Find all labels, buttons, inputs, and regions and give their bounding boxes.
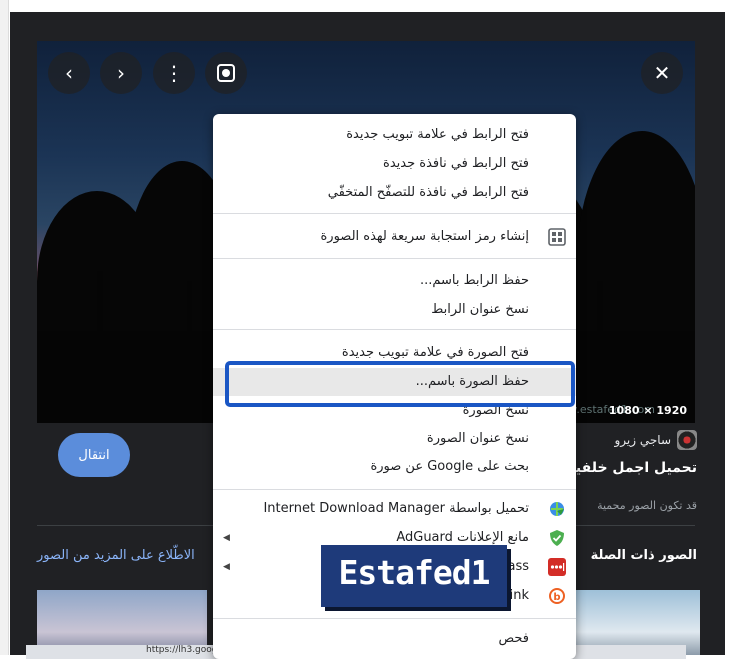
- menu-item-label: تحميل بواسطة Internet Download Manager: [263, 501, 529, 516]
- lastpass-icon: [548, 558, 566, 576]
- menu-item-idm-download[interactable]: تحميل بواسطة Internet Download Manager: [213, 495, 576, 523]
- see-more-link[interactable]: الاطّلاع على المزيد من الصور: [37, 548, 195, 563]
- more-vert-icon: ⋮: [164, 61, 184, 85]
- qr-code-icon: [548, 228, 566, 246]
- lens-icon: [217, 64, 235, 82]
- next-image-button[interactable]: ›: [100, 52, 142, 94]
- close-viewer-button[interactable]: ✕: [641, 52, 683, 94]
- related-images-heading: الصور ذات الصلة: [590, 548, 697, 563]
- source-author[interactable]: ساجي زيرو: [614, 430, 697, 450]
- previous-image-button[interactable]: ‹: [48, 52, 90, 94]
- idm-globe-icon: [550, 502, 564, 516]
- estafed1-logo-banner: Estafed1: [321, 545, 507, 607]
- author-name: ساجي زيرو: [614, 433, 672, 447]
- menu-separator: [213, 213, 576, 214]
- visit-button[interactable]: انتقال: [58, 433, 130, 477]
- chevron-left-icon: ‹: [65, 61, 73, 85]
- chevron-right-icon: ›: [117, 61, 125, 85]
- copyright-notice: قد تكون الصور محمية: [597, 499, 697, 512]
- author-avatar: [677, 430, 697, 450]
- menu-item-inspect[interactable]: فحص: [213, 625, 576, 653]
- page-edge: [0, 0, 9, 655]
- svg-text:b: b: [553, 592, 560, 603]
- google-lens-button[interactable]: [205, 52, 247, 94]
- menu-separator: [213, 618, 576, 619]
- menu-item-label: مانع الإعلانات AdGuard: [396, 530, 529, 545]
- close-icon: ✕: [653, 61, 671, 85]
- menu-item-open-link-new-tab[interactable]: فتح الرابط في علامة تبويب جديدة: [213, 121, 576, 149]
- highlight-box: [225, 361, 575, 407]
- menu-item-copy-image-address[interactable]: نسخ عنوان الصورة: [213, 425, 576, 453]
- bitly-icon: b: [549, 588, 565, 604]
- menu-item-open-link-incognito[interactable]: فتح الرابط في نافذة للتصفّح المتخفّي: [213, 179, 576, 207]
- menu-item-open-link-new-window[interactable]: فتح الرابط في نافذة جديدة: [213, 150, 576, 178]
- menu-separator: [213, 258, 576, 259]
- menu-item-save-link-as[interactable]: حفظ الرابط باسم...: [213, 267, 576, 295]
- menu-separator: [213, 329, 576, 330]
- menu-item-label: إنشاء رمز استجابة سريعة لهذه الصورة: [320, 229, 529, 244]
- menu-item-search-image-google[interactable]: بحث على Google عن صورة: [213, 453, 576, 481]
- image-dimensions: 1080 × 1920: [608, 404, 687, 417]
- submenu-arrow-icon: ◀: [223, 562, 230, 572]
- menu-item-copy-link-address[interactable]: نسخ عنوان الرابط: [213, 296, 576, 324]
- menu-item-create-qr[interactable]: إنشاء رمز استجابة سريعة لهذه الصورة: [213, 223, 576, 251]
- menu-item-label: link: [506, 588, 529, 603]
- adguard-shield-icon: [550, 530, 564, 546]
- more-options-button[interactable]: ⋮: [153, 52, 195, 94]
- image-title[interactable]: تحميل اجمل خلفيات: [557, 460, 697, 476]
- submenu-arrow-icon: ◀: [223, 533, 230, 543]
- menu-separator: [213, 489, 576, 490]
